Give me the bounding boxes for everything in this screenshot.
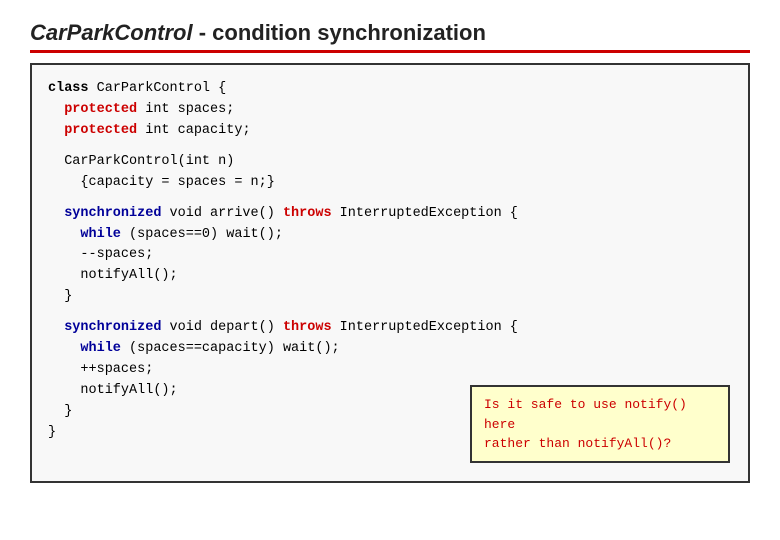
code-line-14: synchronized void depart() throws Interr… <box>48 318 732 339</box>
code-line-3: protected int capacity; <box>48 121 732 142</box>
code-line-11: notifyAll(); <box>48 266 732 287</box>
title-rest: - condition synchronization <box>193 20 486 45</box>
blank-2 <box>48 194 732 204</box>
code-block: class CarParkControl { protected int spa… <box>30 63 750 483</box>
code-line-16: ++spaces; <box>48 360 732 381</box>
code-line-5: CarParkControl(int n) <box>48 152 732 173</box>
code-line-12: } <box>48 287 732 308</box>
page-title: CarParkControl - condition synchronizati… <box>30 20 750 46</box>
tooltip-code1: notify() <box>624 397 686 412</box>
code-line-15: while (spaces==capacity) wait(); <box>48 339 732 360</box>
title-underline <box>30 50 750 53</box>
page-container: CarParkControl - condition synchronizati… <box>0 0 780 540</box>
code-line-9: while (spaces==0) wait(); <box>48 225 732 246</box>
code-line-1: class CarParkControl { <box>48 79 732 100</box>
title-area: CarParkControl - condition synchronizati… <box>30 20 750 53</box>
title-classname: CarParkControl <box>30 20 193 45</box>
code-line-10: --spaces; <box>48 245 732 266</box>
tooltip-box: Is it safe to use notify() here rather t… <box>470 385 730 463</box>
tooltip-line1: Is it safe to use notify() here <box>484 397 687 431</box>
tooltip-line2: rather than notifyAll()? <box>484 436 671 451</box>
code-line-2: protected int spaces; <box>48 100 732 121</box>
code-line-6: {capacity = spaces = n;} <box>48 173 732 194</box>
code-line-8: synchronized void arrive() throws Interr… <box>48 204 732 225</box>
blank-1 <box>48 142 732 152</box>
tooltip-code2: notifyAll() <box>578 436 664 451</box>
blank-3 <box>48 308 732 318</box>
